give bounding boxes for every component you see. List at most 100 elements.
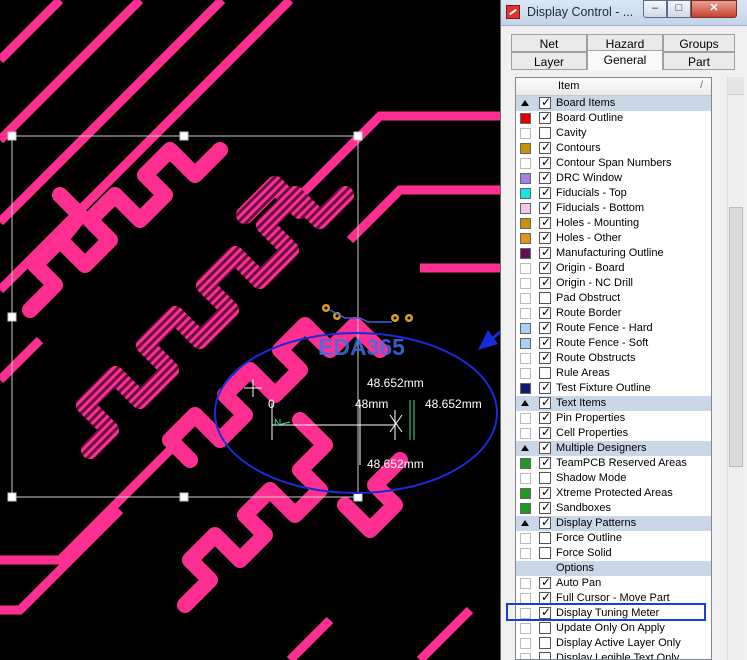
visibility-checkbox[interactable]: [539, 367, 551, 379]
title-bar[interactable]: Display Control - ... – □ ✕: [501, 0, 747, 26]
display-items-list[interactable]: Item / ✓ Board Items ✓ Board Outline Cavity ✓…: [515, 77, 712, 660]
visibility-checkbox[interactable]: ✓: [539, 320, 551, 334]
list-scrollbar[interactable]: [727, 77, 744, 660]
visibility-checkbox[interactable]: ✓: [539, 575, 551, 589]
visibility-checkbox[interactable]: [539, 472, 551, 484]
collapse-arrow-icon[interactable]: [521, 100, 529, 106]
visibility-checkbox[interactable]: [539, 532, 551, 544]
collapse-arrow-icon[interactable]: [521, 400, 529, 406]
list-item[interactable]: ✓ Auto Pan: [516, 575, 711, 591]
close-button[interactable]: ✕: [691, 0, 737, 18]
list-item[interactable]: ✓ Origin - Board: [516, 260, 711, 276]
maximize-button[interactable]: □: [667, 0, 691, 18]
visibility-checkbox[interactable]: ✓: [539, 485, 551, 499]
color-swatch[interactable]: [520, 653, 531, 659]
color-swatch[interactable]: [520, 428, 531, 439]
tab-groups[interactable]: Groups: [663, 34, 735, 52]
list-item[interactable]: ✓ Contour Span Numbers: [516, 155, 711, 171]
list-item[interactable]: ✓ Board Outline: [516, 110, 711, 126]
visibility-checkbox[interactable]: ✓: [539, 380, 551, 394]
color-swatch[interactable]: [520, 278, 531, 289]
visibility-checkbox[interactable]: ✓: [539, 140, 551, 154]
list-item[interactable]: ✓ Holes - Mounting: [516, 215, 711, 231]
list-item[interactable]: ✓ Route Obstructs: [516, 350, 711, 366]
visibility-checkbox[interactable]: ✓: [539, 155, 551, 169]
list-item[interactable]: ✓ Fiducials - Top: [516, 185, 711, 201]
visibility-checkbox[interactable]: ✓: [539, 410, 551, 424]
visibility-checkbox[interactable]: [539, 622, 551, 634]
list-item[interactable]: ✓ Route Fence - Soft: [516, 335, 711, 351]
list-item[interactable]: Force Outline: [516, 531, 711, 546]
collapse-arrow-icon[interactable]: [521, 520, 529, 526]
visibility-checkbox[interactable]: ✓: [539, 245, 551, 259]
visibility-checkbox[interactable]: ✓: [539, 170, 551, 184]
color-swatch[interactable]: [520, 638, 531, 649]
color-swatch[interactable]: [520, 233, 531, 244]
list-item[interactable]: ✓ DRC Window: [516, 170, 711, 186]
list-group-header[interactable]: ✓ Board Items: [516, 95, 711, 111]
visibility-checkbox[interactable]: [539, 652, 551, 659]
color-swatch[interactable]: [520, 293, 531, 304]
color-swatch[interactable]: [520, 338, 531, 349]
color-swatch[interactable]: [520, 263, 531, 274]
list-item[interactable]: ✓ TeamPCB Reserved Areas: [516, 455, 711, 471]
color-swatch[interactable]: [520, 548, 531, 559]
list-group-header[interactable]: ✓ Display Patterns: [516, 515, 711, 531]
visibility-checkbox[interactable]: ✓: [539, 440, 551, 454]
visibility-checkbox[interactable]: ✓: [539, 275, 551, 289]
list-item[interactable]: Display Legible Text Only: [516, 651, 711, 659]
list-item[interactable]: ✓ Route Border: [516, 305, 711, 321]
visibility-checkbox[interactable]: [539, 637, 551, 649]
list-item[interactable]: Force Solid: [516, 546, 711, 561]
visibility-checkbox[interactable]: ✓: [539, 335, 551, 349]
color-swatch[interactable]: [520, 158, 531, 169]
color-swatch[interactable]: [520, 113, 531, 124]
list-item[interactable]: Update Only On Apply: [516, 621, 711, 636]
color-swatch[interactable]: [520, 533, 531, 544]
visibility-checkbox[interactable]: [539, 127, 551, 139]
list-group-header[interactable]: Options: [516, 561, 711, 576]
color-swatch[interactable]: [520, 353, 531, 364]
visibility-checkbox[interactable]: ✓: [539, 515, 551, 529]
color-swatch[interactable]: [520, 458, 531, 469]
list-item[interactable]: ✓ Route Fence - Hard: [516, 320, 711, 336]
list-item[interactable]: Rule Areas: [516, 366, 711, 381]
component-pads[interactable]: [322, 304, 413, 323]
visibility-checkbox[interactable]: [539, 547, 551, 559]
visibility-checkbox[interactable]: ✓: [539, 95, 551, 109]
list-item[interactable]: ✓ Xtreme Protected Areas: [516, 485, 711, 501]
color-swatch[interactable]: [520, 578, 531, 589]
list-item[interactable]: ✓ Fiducials - Bottom: [516, 200, 711, 216]
list-item[interactable]: ✓ Origin - NC Drill: [516, 275, 711, 291]
list-item[interactable]: ✓ Holes - Other: [516, 230, 711, 246]
color-swatch[interactable]: [520, 128, 531, 139]
column-item-header[interactable]: Item: [558, 80, 579, 92]
list-item[interactable]: ✓ Pin Properties: [516, 410, 711, 426]
color-swatch[interactable]: [520, 248, 531, 259]
tab-net[interactable]: Net: [511, 34, 587, 52]
color-swatch[interactable]: [520, 413, 531, 424]
list-item[interactable]: ✓ Test Fixture Outline: [516, 380, 711, 396]
color-swatch[interactable]: [520, 203, 531, 214]
color-swatch[interactable]: [520, 323, 531, 334]
visibility-checkbox[interactable]: ✓: [539, 455, 551, 469]
visibility-checkbox[interactable]: ✓: [539, 230, 551, 244]
visibility-checkbox[interactable]: ✓: [539, 395, 551, 409]
visibility-checkbox[interactable]: ✓: [539, 500, 551, 514]
list-item[interactable]: Shadow Mode: [516, 471, 711, 486]
tab-layer[interactable]: Layer: [511, 52, 587, 70]
color-swatch[interactable]: [520, 383, 531, 394]
list-item[interactable]: Display Active Layer Only: [516, 636, 711, 651]
scroll-up-button[interactable]: [728, 77, 744, 95]
minimize-button[interactable]: –: [643, 0, 667, 18]
color-swatch[interactable]: [520, 143, 531, 154]
visibility-checkbox[interactable]: [539, 292, 551, 304]
color-swatch[interactable]: [520, 488, 531, 499]
visibility-checkbox[interactable]: ✓: [539, 425, 551, 439]
list-item[interactable]: ✓ Contours: [516, 140, 711, 156]
collapse-arrow-icon[interactable]: [521, 445, 529, 451]
color-swatch[interactable]: [520, 218, 531, 229]
list-group-header[interactable]: ✓ Text Items: [516, 395, 711, 411]
list-item[interactable]: Cavity: [516, 126, 711, 141]
color-swatch[interactable]: [520, 623, 531, 634]
